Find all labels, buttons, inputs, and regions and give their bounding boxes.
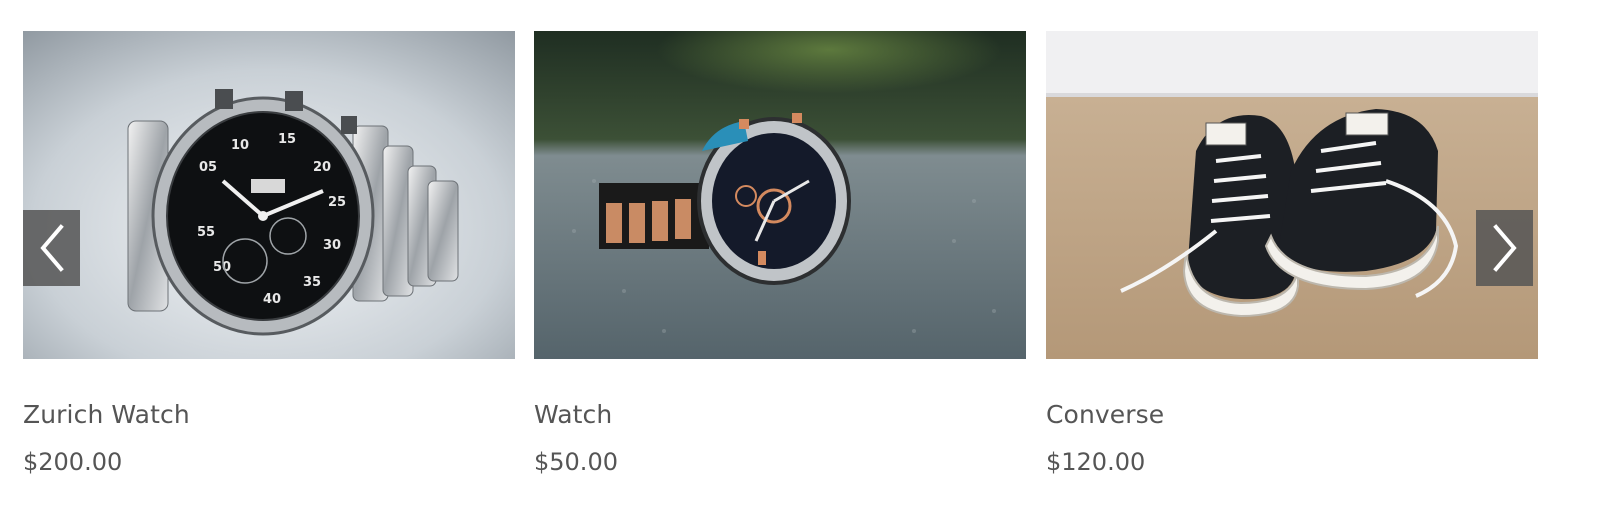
chevron-right-icon (1492, 224, 1517, 272)
product-name[interactable]: Watch (534, 399, 1026, 431)
svg-text:10: 10 (231, 138, 249, 153)
carousel-prev-button[interactable] (23, 210, 80, 286)
product-carousel: 10 15 20 25 30 35 40 50 55 05 Zurich Wat… (0, 0, 1600, 506)
product-image-zurich-watch[interactable]: 10 15 20 25 30 35 40 50 55 05 (23, 31, 515, 359)
svg-text:25: 25 (328, 195, 346, 210)
svg-text:40: 40 (263, 292, 281, 307)
carousel-next-button[interactable] (1476, 210, 1533, 286)
product-price: $200.00 (23, 448, 123, 476)
wristwatch-image (534, 31, 1026, 359)
chevron-left-icon (39, 224, 64, 272)
product-price: $120.00 (1046, 448, 1146, 476)
svg-text:15: 15 (278, 132, 296, 147)
svg-text:30: 30 (323, 238, 341, 253)
product-price: $50.00 (534, 448, 618, 476)
svg-text:50: 50 (213, 260, 231, 275)
svg-text:20: 20 (313, 160, 331, 175)
svg-text:35: 35 (303, 275, 321, 290)
product-name[interactable]: Zurich Watch (23, 399, 515, 431)
product-image-watch[interactable] (534, 31, 1026, 359)
svg-text:05: 05 (199, 160, 217, 175)
product-name[interactable]: Converse (1046, 399, 1538, 431)
product-card-watch[interactable]: Watch $50.00 (534, 31, 1026, 477)
product-card-converse[interactable]: Converse $120.00 (1046, 31, 1538, 477)
product-image-converse[interactable] (1046, 31, 1538, 359)
wristwatch-image: 10 15 20 25 30 35 40 50 55 05 (23, 31, 515, 359)
svg-text:55: 55 (197, 225, 215, 240)
product-card-zurich-watch[interactable]: 10 15 20 25 30 35 40 50 55 05 Zurich Wat… (23, 31, 515, 477)
sneakers-image (1046, 31, 1538, 359)
